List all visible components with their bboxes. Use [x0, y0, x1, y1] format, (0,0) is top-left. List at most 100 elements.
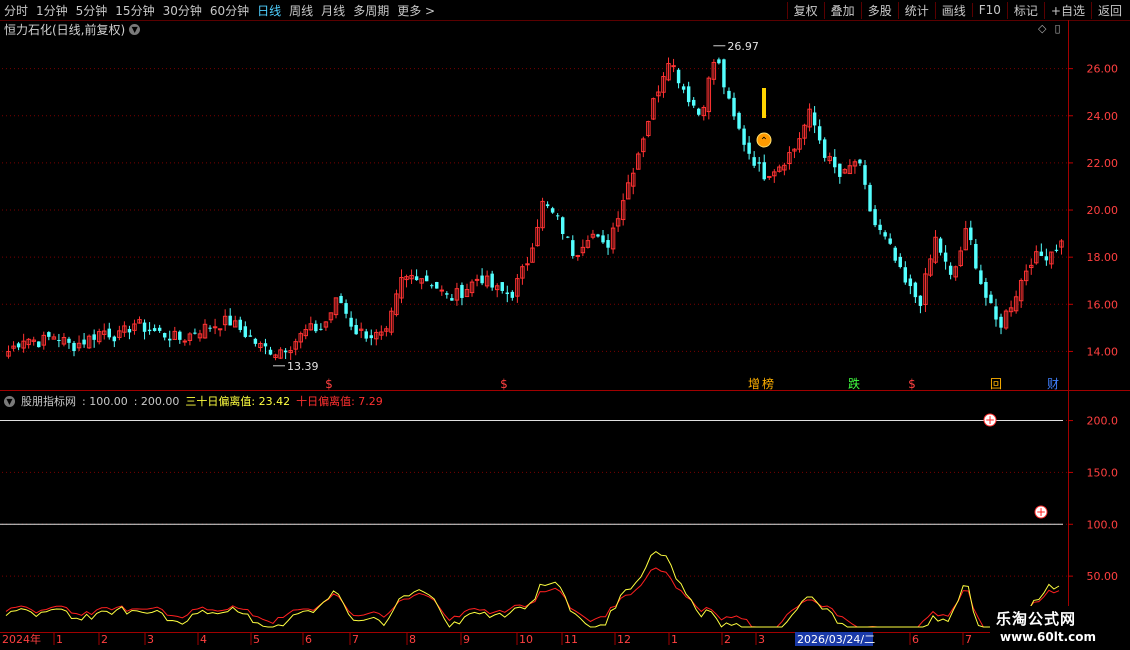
- candle: [938, 238, 943, 253]
- candle: [873, 209, 877, 226]
- candle: [369, 335, 373, 339]
- candle: [757, 162, 761, 164]
- candle: [979, 270, 983, 284]
- candle: [817, 126, 822, 141]
- event-marker-3: 榜: [762, 376, 774, 391]
- ma10-line: [5, 567, 1060, 628]
- candle: [505, 292, 510, 295]
- candle: [767, 175, 772, 178]
- candle: [450, 298, 454, 301]
- candle: [575, 255, 581, 258]
- month-label-2: 3: [147, 633, 154, 646]
- candle: [248, 335, 253, 337]
- candle: [67, 338, 71, 343]
- ma30-label: 三十日偏离值: 23.42: [185, 395, 291, 408]
- candle: [16, 343, 21, 348]
- cursor-date: 2026/03/24/二: [797, 633, 875, 646]
- candle: [439, 289, 445, 292]
- candle: [913, 282, 918, 298]
- candle: [686, 86, 691, 103]
- event-marker-2: 增: [748, 377, 760, 391]
- candle: [989, 294, 993, 304]
- candle: [112, 336, 117, 342]
- event-marker-6: 回: [990, 377, 1002, 391]
- candle: [560, 217, 565, 235]
- candle: [697, 108, 701, 115]
- candle: [863, 165, 867, 185]
- event-marker-5: $: [908, 377, 916, 391]
- candle: [717, 59, 721, 64]
- candle: [984, 281, 988, 298]
- candle: [283, 350, 288, 353]
- candle: [92, 334, 96, 340]
- candle: [435, 281, 439, 289]
- chevron-down-icon[interactable]: ▼: [4, 395, 15, 407]
- month-label-13: 2: [724, 633, 731, 646]
- candle: [918, 295, 923, 306]
- candle: [127, 329, 132, 333]
- watermark-title: 乐淘公式网: [996, 610, 1077, 628]
- candle: [742, 128, 746, 145]
- candle: [228, 315, 232, 326]
- candle: [82, 339, 86, 345]
- signal-caret-icon: ⌃: [760, 136, 768, 147]
- candle: [883, 232, 887, 237]
- candle: [243, 326, 248, 337]
- low-price-label: 13.39: [287, 360, 319, 373]
- candle: [238, 319, 242, 330]
- candle: [893, 247, 897, 261]
- candle: [812, 112, 817, 126]
- candle: [994, 306, 998, 320]
- candle: [510, 291, 515, 298]
- month-label-9: 10: [519, 633, 533, 646]
- candle: [948, 265, 953, 275]
- kline-chart[interactable]: 26.00 24.00 22.00 20.00 18.00 16.00 14.00 26.97…: [0, 0, 1130, 650]
- candle: [193, 332, 197, 334]
- candle: [500, 282, 504, 291]
- candle: [253, 338, 258, 344]
- ma10-label: 十日偏离值: 7.29: [296, 395, 383, 408]
- candle: [747, 142, 751, 154]
- indicator-tick-label: 150.0: [1087, 466, 1119, 479]
- price-tick-label: 16.00: [1087, 298, 1119, 311]
- candle: [414, 276, 419, 281]
- candle: [268, 349, 273, 355]
- month-label-5: 6: [305, 633, 312, 646]
- candle: [37, 341, 41, 348]
- year-label: 2024年: [2, 632, 41, 646]
- candle: [606, 240, 610, 248]
- candle: [354, 324, 358, 335]
- candle: [168, 338, 172, 341]
- candle: [480, 275, 484, 284]
- watermark-url: www.60lt.com: [1000, 630, 1097, 644]
- candle: [888, 238, 892, 244]
- candle: [152, 328, 157, 331]
- month-label-1: 2: [101, 633, 108, 646]
- indicator-v2: : 200.00: [133, 394, 180, 408]
- month-label-4: 5: [253, 633, 260, 646]
- candle: [349, 317, 353, 327]
- high-price-label: 26.97: [727, 40, 759, 53]
- candle: [898, 256, 902, 267]
- candle: [969, 227, 973, 241]
- candle: [57, 339, 61, 341]
- candle: [752, 157, 756, 166]
- candle: [142, 322, 147, 332]
- candle: [691, 99, 696, 106]
- indicator-tick-label: 50.00: [1087, 570, 1119, 583]
- candle: [339, 295, 343, 304]
- candle: [858, 159, 862, 164]
- event-marker-1: $: [500, 377, 508, 391]
- candle: [263, 343, 268, 347]
- candle: [878, 224, 882, 231]
- event-marker-4: 跌: [848, 376, 860, 391]
- price-tick-label: 22.00: [1087, 157, 1119, 170]
- month-label-16: 7: [965, 633, 972, 646]
- candle: [460, 284, 464, 298]
- candle: [525, 263, 530, 266]
- signal-bar: [762, 88, 766, 118]
- price-tick-label: 26.00: [1087, 63, 1119, 76]
- candle: [868, 184, 872, 212]
- candle: [344, 303, 348, 314]
- candle: [1044, 256, 1049, 261]
